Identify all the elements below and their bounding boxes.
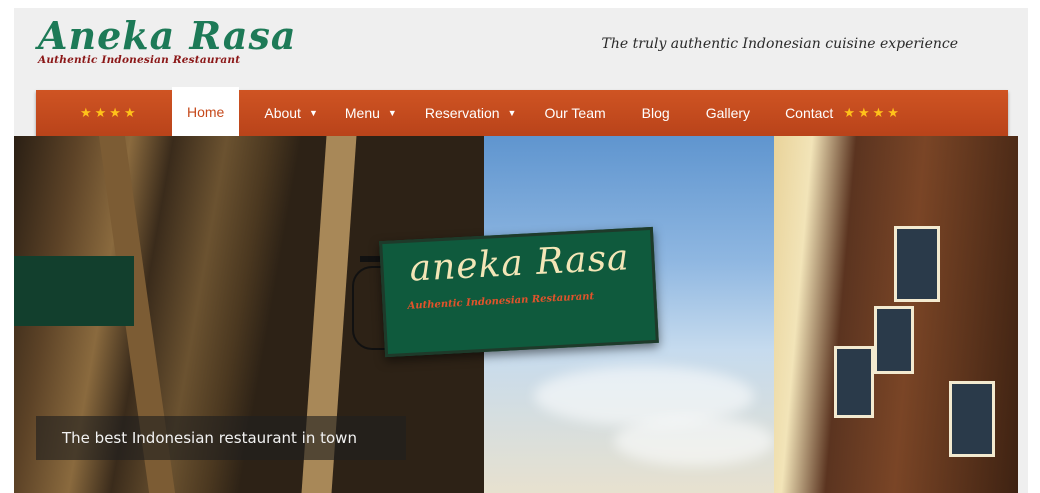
nav-item-about[interactable]: About ▼ xyxy=(264,90,318,136)
nav-item-label: Contact xyxy=(785,105,834,121)
chevron-down-icon: ▼ xyxy=(387,108,397,118)
main-navigation: ★★★★ Home About ▼ Menu ▼ Reservation ▼ O… xyxy=(36,87,1008,137)
nav-item-gallery[interactable]: Gallery xyxy=(706,90,750,136)
nav-item-reservation[interactable]: Reservation ▼ xyxy=(425,90,517,136)
site-tagline: The truly authentic Indonesian cuisine e… xyxy=(601,36,958,52)
nav-item-home[interactable]: Home xyxy=(172,87,240,137)
nav-item-label: Menu xyxy=(344,105,380,121)
hero-window xyxy=(949,381,995,457)
hero-restaurant-sign: aneka Rasa Authentic Indonesian Restaura… xyxy=(379,226,659,358)
nav-item-label: About xyxy=(264,105,301,121)
hero-window xyxy=(894,226,940,302)
hero-window xyxy=(834,346,874,418)
site-logo[interactable]: Aneka Rasa Authentic Indonesian Restaura… xyxy=(38,13,297,67)
nav-item-menu[interactable]: Menu ▼ xyxy=(345,90,397,136)
nav-item-contact[interactable]: Contact xyxy=(785,90,833,136)
nav-item-label: Gallery xyxy=(705,105,751,121)
stars-decoration-left: ★★★★ xyxy=(80,105,139,121)
nav-item-our-team[interactable]: Our Team xyxy=(544,90,605,136)
website-frame: Aneka Rasa Authentic Indonesian Restaura… xyxy=(14,8,1028,493)
nav-item-blog[interactable]: Blog xyxy=(642,90,670,136)
hero-caption: The best Indonesian restaurant in town xyxy=(36,416,406,460)
nav-item-label: Blog xyxy=(641,105,670,121)
stars-decoration-right: ★★★★ xyxy=(843,105,902,121)
chevron-down-icon: ▼ xyxy=(507,108,517,118)
sign-subtitle: Authentic Indonesian Restaurant xyxy=(407,291,595,312)
hero-cloud xyxy=(614,416,774,466)
sign-title: aneka Rasa xyxy=(408,237,631,290)
hero-window xyxy=(874,306,914,374)
logo-title: Aneka Rasa xyxy=(38,13,297,58)
chevron-down-icon: ▼ xyxy=(308,108,318,118)
hero-slider[interactable]: aneka Rasa Authentic Indonesian Restaura… xyxy=(14,136,1018,493)
nav-item-label: Our Team xyxy=(544,105,606,121)
hero-old-sign xyxy=(14,256,134,326)
nav-item-label: Reservation xyxy=(424,105,500,121)
nav-item-label: Home xyxy=(187,104,225,120)
